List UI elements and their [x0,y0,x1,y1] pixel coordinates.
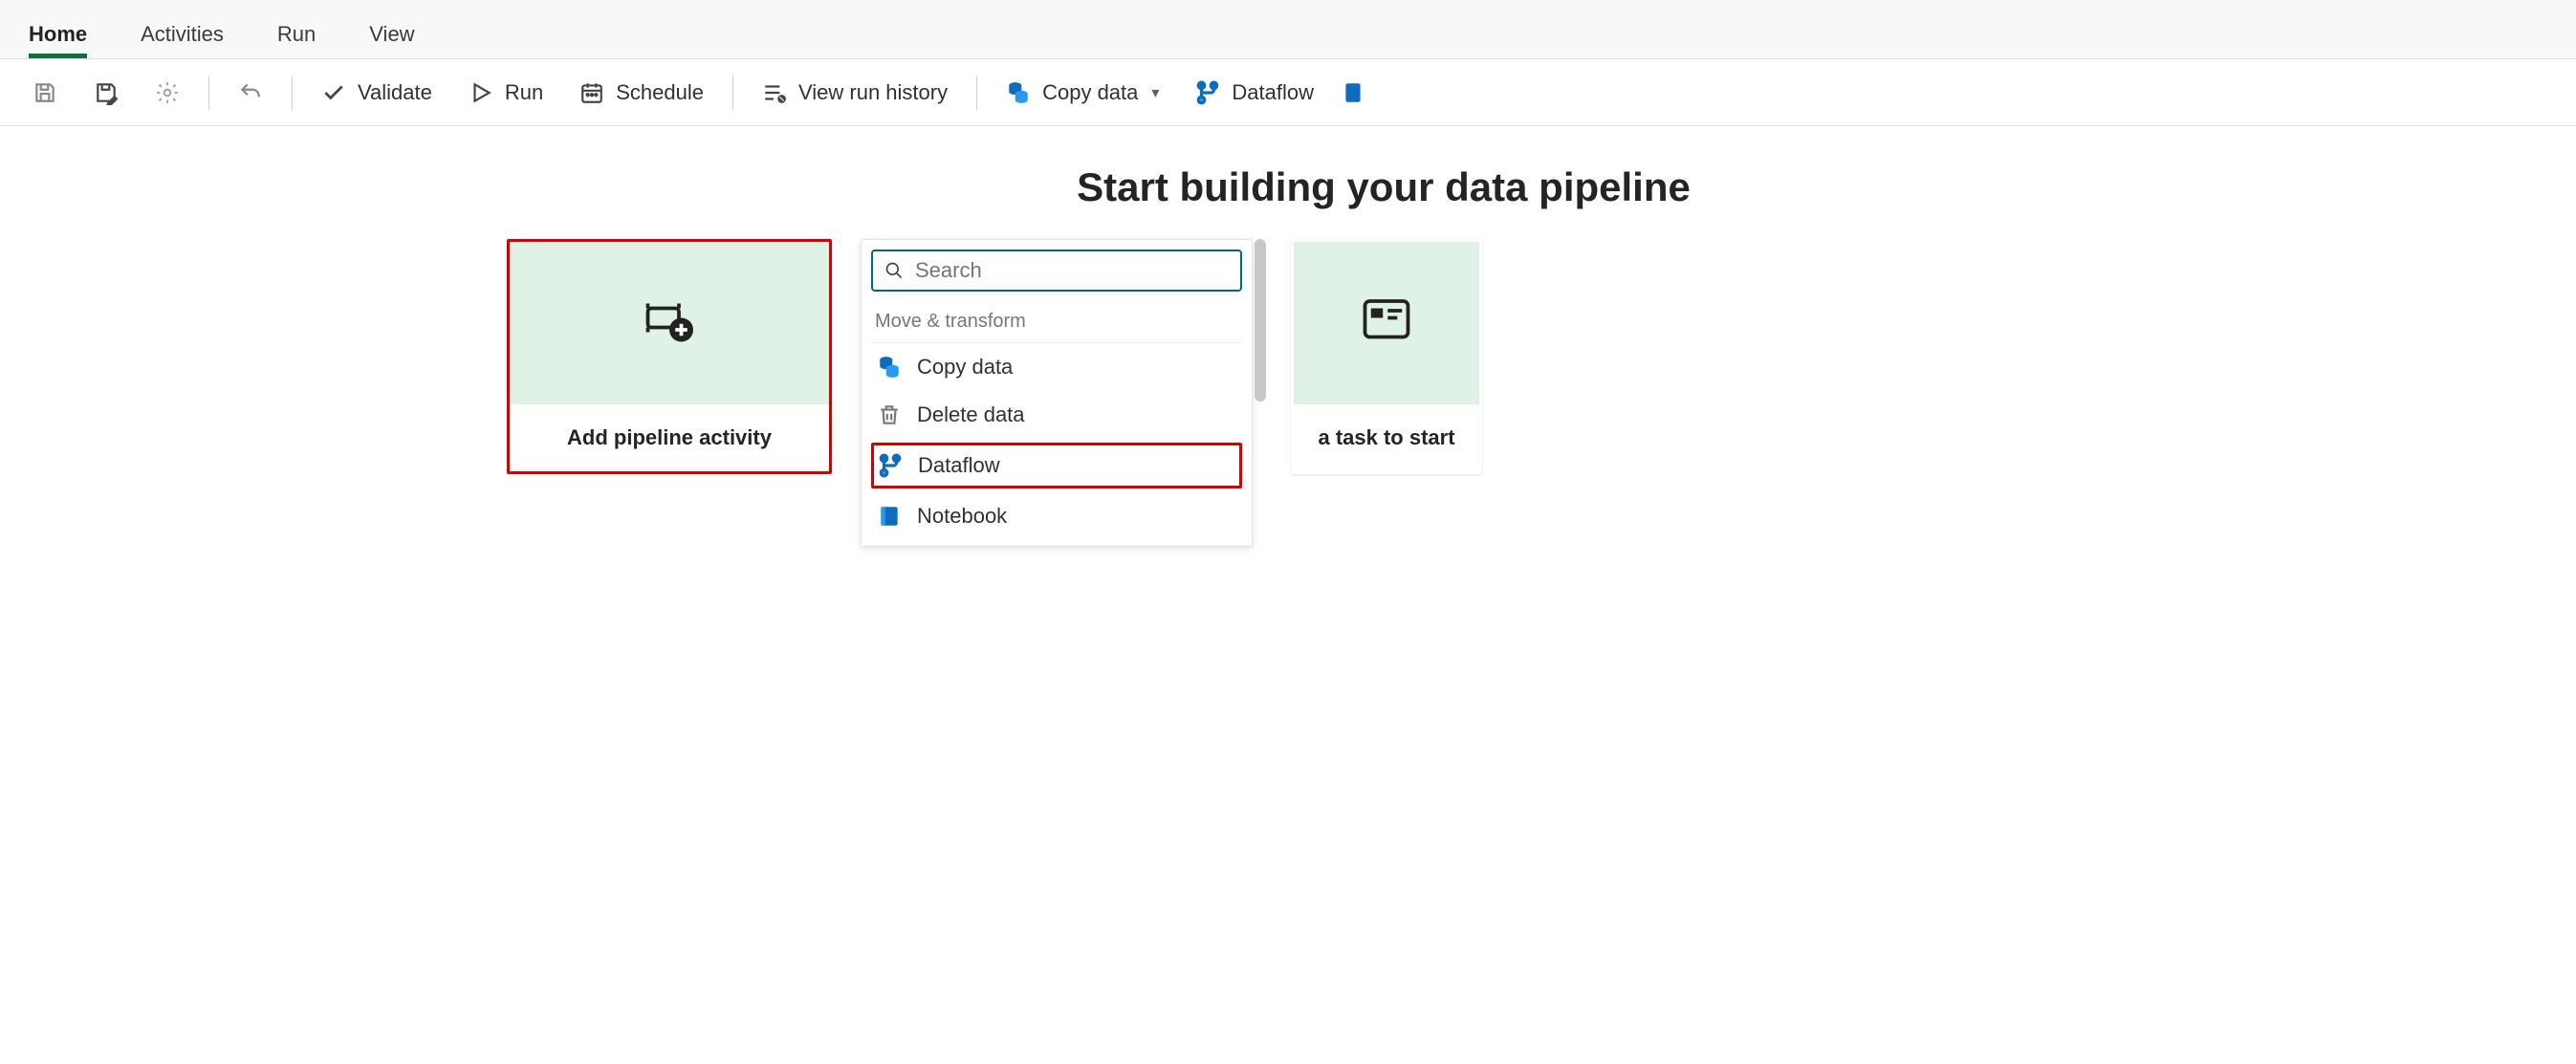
tab-activities[interactable]: Activities [141,14,224,58]
picker-scrollbar[interactable] [1255,239,1266,402]
picker-item-copy-data[interactable]: Copy data [871,343,1242,391]
separator [732,76,733,110]
card-label: Add pipeline activity [510,404,829,471]
card-top [1294,242,1479,404]
more-button[interactable] [1337,73,1369,113]
picker-item-label: Dataflow [918,453,1000,478]
history-icon [762,80,787,105]
save-edit-icon [94,80,119,105]
separator [976,76,977,110]
run-button[interactable]: Run [455,73,557,113]
template-icon [1358,292,1415,355]
save-button[interactable] [19,73,71,113]
activity-picker-panel: Move & transform Copy data [861,239,1253,547]
run-label: Run [505,80,543,105]
separator [208,76,209,110]
card-top [510,242,829,404]
ribbon-tab-strip: Home Activities Run View [0,0,2576,59]
copy-data-label: Copy data [1042,80,1138,105]
settings-button[interactable] [142,73,193,113]
picker-section-label: Move & transform [871,311,1242,343]
search-input[interactable] [913,257,1229,284]
add-pipeline-activity-card[interactable]: Add pipeline activity [507,239,832,474]
dataflow-icon [878,453,903,478]
dataflow-button[interactable]: Dataflow [1182,73,1327,113]
tab-home[interactable]: Home [29,14,87,58]
calendar-icon [579,80,604,105]
tab-run[interactable]: Run [277,14,316,58]
view-run-history-label: View run history [798,80,948,105]
chevron-down-icon: ▾ [1151,83,1159,102]
separator [292,76,293,110]
schedule-label: Schedule [616,80,704,105]
notebook-icon [877,504,902,529]
picker-item-label: Copy data [917,355,1013,380]
view-run-history-button[interactable]: View run history [749,73,961,113]
picker-item-dataflow[interactable]: Dataflow [871,443,1242,489]
play-icon [469,80,493,105]
picker-item-label: Delete data [917,402,1025,427]
tab-view[interactable]: View [369,14,414,58]
picker-item-label: Notebook [917,504,1007,529]
undo-button[interactable] [225,73,276,113]
picker-item-notebook[interactable]: Notebook [871,492,1242,540]
task-start-card[interactable]: a task to start [1291,239,1482,474]
page-title: Start building your data pipeline [0,164,2576,210]
pipeline-add-icon [641,292,698,355]
check-icon [321,80,346,105]
validate-label: Validate [358,80,432,105]
database-icon [877,355,902,380]
start-cards-row: Add pipeline activity Move & transform [0,239,2576,547]
save-icon [33,80,57,105]
toolbar: Validate Run Schedule View r [0,59,2576,126]
gear-icon [155,80,180,105]
dataflow-icon [1195,80,1220,105]
database-icon [1006,80,1031,105]
save-as-button[interactable] [80,73,132,113]
picker-item-delete-data[interactable]: Delete data [871,391,1242,439]
schedule-button[interactable]: Schedule [566,73,717,113]
notebook-partial-icon [1341,80,1365,105]
search-box[interactable] [871,250,1242,292]
trash-icon [877,402,902,427]
search-icon [884,261,904,280]
undo-icon [238,80,263,105]
validate-button[interactable]: Validate [308,73,446,113]
copy-data-button[interactable]: Copy data ▾ [993,73,1172,113]
card-label: a task to start [1294,404,1479,471]
dataflow-label: Dataflow [1232,80,1314,105]
